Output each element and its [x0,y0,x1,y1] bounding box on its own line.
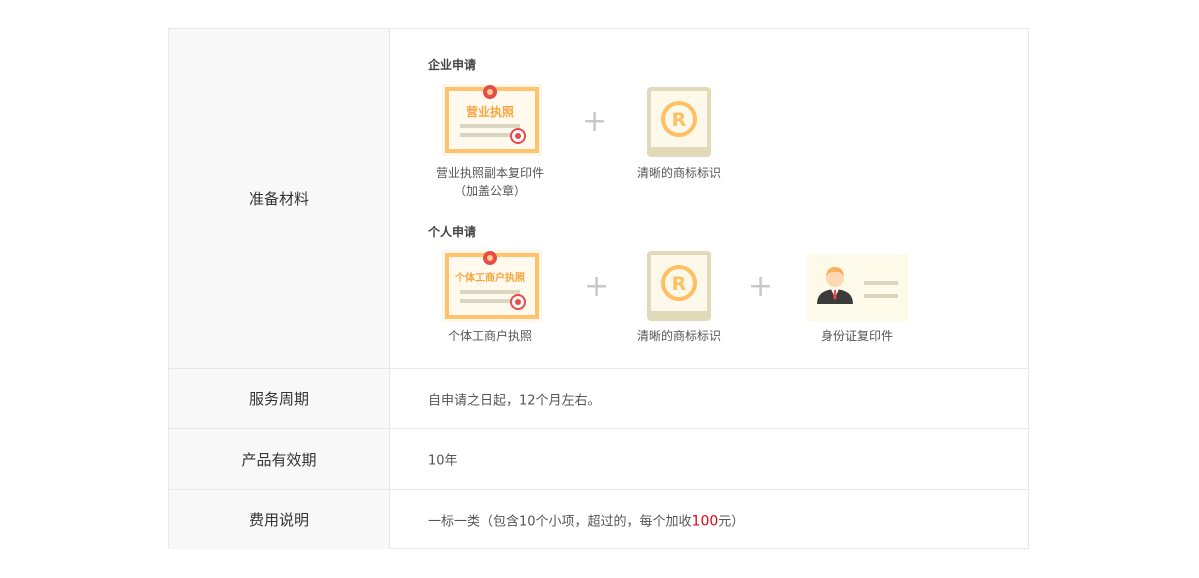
registered-mark-icon: R [647,87,711,157]
individual-business-license-icon: 个体工商户执照 [442,250,542,322]
personal-application-title: 个人申请 [428,225,477,239]
caption-business-license-copy: 营业执照副本复印件 （加盖公章） [420,164,560,200]
row-label-fee: 费用说明 [169,490,390,549]
row-validity: 产品有效期 10年 [169,429,1028,490]
service-period-value: 自申请之日起，12个月左右。 [428,393,601,408]
service-info-table: 准备材料 企业申请 营业执照 营业执照副本复印件 （加盖公章） + R 清晰的商… [168,28,1029,549]
enterprise-application-title: 企业申请 [428,58,477,72]
fee-value: 一标一类（包含10个小项，超过的，每个加收100元） [428,510,744,529]
row-label-validity: 产品有效期 [169,429,390,489]
plus-sign: + [582,104,608,139]
caption-id-card-copy: 身份证复印件 [820,329,893,343]
caption-trademark-logo: 清晰的商标标识 [636,329,721,343]
row-label-service-period: 服务周期 [169,369,390,428]
row-label-materials: 准备材料 [169,29,390,368]
row-service-period: 服务周期 自申请之日起，12个月左右。 [169,369,1028,429]
svg-text:R: R [672,273,687,295]
validity-content: 10年 [390,429,1028,489]
fee-text-suffix: 元） [718,514,745,529]
caption-individual-license: 个体工商户执照 [447,329,532,343]
caption-business-license-copy-text: 营业执照副本复印件 （加盖公章） [435,166,544,198]
fee-content: 一标一类（包含10个小项，超过的，每个加收100元） [390,490,1028,549]
individual-license-title-text: 个体工商户执照 [454,271,525,284]
caption-trademark-logo: 清晰的商标标识 [636,166,721,180]
row-materials: 准备材料 企业申请 营业执照 营业执照副本复印件 （加盖公章） + R 清晰的商… [169,29,1028,369]
business-license-icon: 营业执照 [442,84,542,156]
fee-amount: 100 [691,513,719,529]
materials-content: 企业申请 营业执照 营业执照副本复印件 （加盖公章） + R 清晰的商标标识 个… [390,29,1028,368]
row-fee-description: 费用说明 一标一类（包含10个小项，超过的，每个加收100元） [169,490,1028,549]
plus-sign: + [748,269,774,304]
registered-mark-icon: R [647,251,711,321]
svg-text:R: R [672,109,687,131]
validity-value: 10年 [428,453,458,469]
service-period-content: 自申请之日起，12个月左右。 [390,369,1028,428]
plus-sign: + [584,269,610,304]
fee-text-prefix: 一标一类（包含10个小项，超过的，每个加收 [428,514,692,529]
license-title-text: 营业执照 [466,104,514,119]
id-card-icon [807,254,908,321]
